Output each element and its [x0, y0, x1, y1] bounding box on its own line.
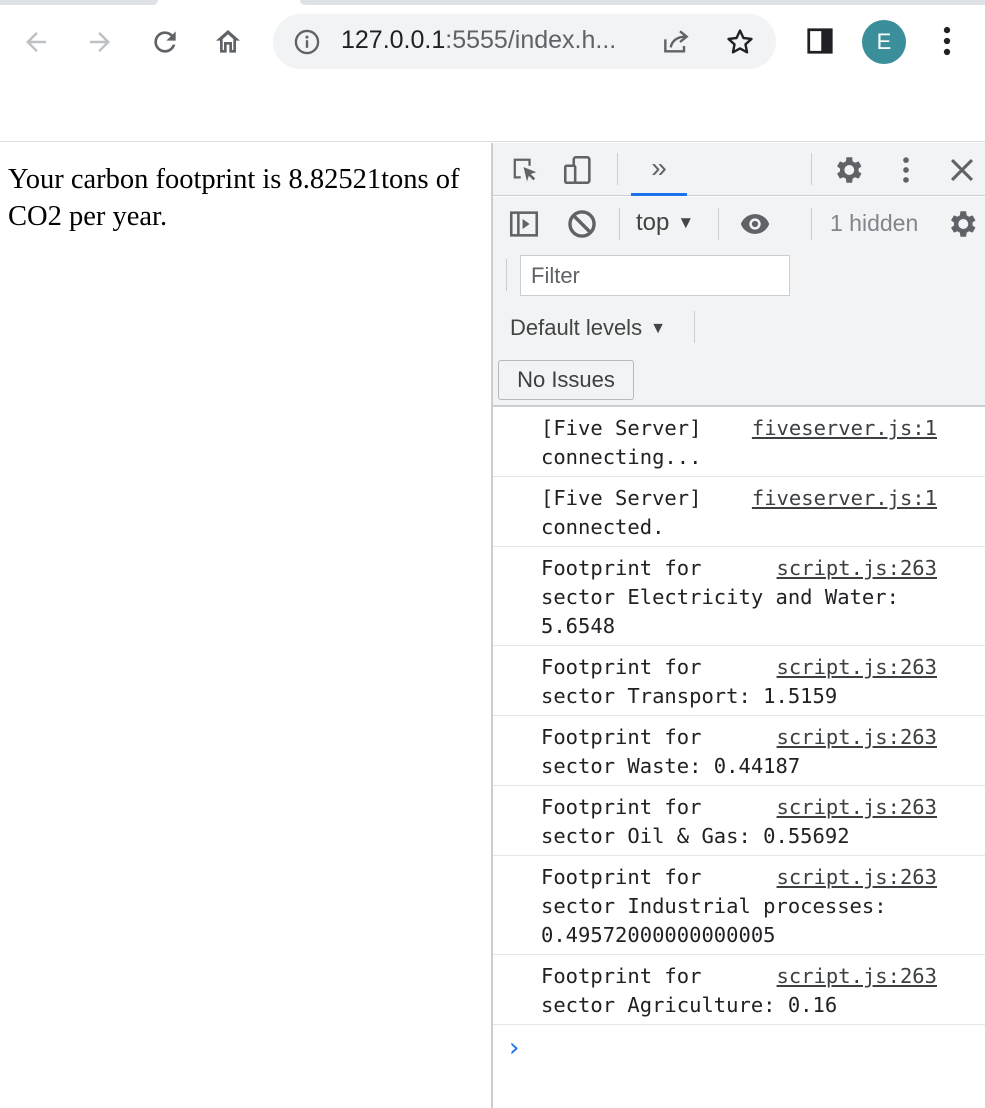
console-settings-gear-icon[interactable]	[945, 207, 979, 241]
tab-strip	[300, 0, 985, 5]
toolbar-divider	[617, 153, 618, 185]
toolbar-divider	[811, 208, 812, 240]
kebab-menu-icon[interactable]	[932, 24, 962, 58]
caret-down-icon: ▼	[650, 320, 666, 337]
console-toolbar: top ▼ 1 hidden Default levels ▼ No Issues	[493, 197, 985, 407]
address-bar[interactable]: 127.0.0.1:5555/index.h...	[273, 14, 776, 69]
toolbar-divider	[506, 259, 507, 291]
toolbar-divider	[694, 311, 695, 343]
inspect-element-icon[interactable]	[508, 153, 542, 187]
source-link[interactable]: script.js:263	[777, 962, 937, 991]
back-button[interactable]	[16, 22, 56, 62]
tab-strip	[0, 0, 158, 5]
url-path: :5555/index.h...	[445, 26, 617, 54]
clear-console-icon[interactable]	[565, 207, 599, 241]
message-text: [Five Server] connected.	[541, 486, 702, 539]
source-link[interactable]: script.js:263	[777, 554, 937, 583]
share-icon[interactable]	[660, 26, 692, 58]
home-button[interactable]	[208, 22, 248, 62]
side-panel-icon[interactable]	[805, 26, 835, 56]
message-text: Footprint for sector Waste: 0.44187	[541, 725, 801, 778]
settings-gear-icon[interactable]	[831, 153, 865, 187]
issues-button[interactable]: No Issues	[498, 360, 634, 400]
url-host: 127.0.0.1	[341, 26, 446, 54]
more-tabs-button[interactable]: »	[631, 143, 687, 196]
sidebar-toggle-icon[interactable]	[507, 207, 541, 241]
source-link[interactable]: script.js:263	[777, 863, 937, 892]
star-icon[interactable]	[724, 26, 756, 58]
source-link[interactable]: fiveserver.js:1	[752, 414, 937, 443]
carbon-footprint-result: Your carbon footprint is 8.82521tons of …	[8, 164, 460, 232]
devtools-panel: » top ▼ 1 hidden Default levels ▼ No Issue…	[491, 143, 985, 1108]
toolbar-divider	[811, 153, 812, 185]
message-text: [Five Server] connecting...	[541, 416, 702, 469]
console-prompt[interactable]: ›	[493, 1025, 985, 1069]
prompt-chevron-icon: ›	[509, 1033, 520, 1063]
reload-icon	[154, 31, 176, 53]
source-link[interactable]: script.js:263	[777, 723, 937, 752]
device-toolbar-icon[interactable]	[561, 153, 595, 187]
console-message: script.js:263 Footprint for sector Waste:…	[493, 716, 985, 786]
console-message: script.js:263 Footprint for sector Agricu…	[493, 955, 985, 1025]
devtools-tabbar: »	[493, 143, 985, 196]
home-icon	[216, 30, 240, 53]
log-levels-dropdown[interactable]: Default levels ▼	[510, 315, 666, 341]
info-icon[interactable]	[293, 28, 321, 56]
console-message: script.js:263 Footprint for sector Electr…	[493, 547, 985, 646]
toolbar-divider	[619, 208, 620, 240]
console-message: script.js:263 Footprint for sector Transp…	[493, 646, 985, 716]
reload-button[interactable]	[145, 22, 185, 62]
context-label: top	[636, 209, 670, 236]
source-link[interactable]: script.js:263	[777, 653, 937, 682]
more-options-icon[interactable]	[889, 153, 923, 187]
source-link[interactable]: fiveserver.js:1	[752, 484, 937, 513]
url-text[interactable]: 127.0.0.1:5555/index.h...	[341, 26, 616, 55]
caret-down-icon: ▼	[677, 213, 695, 232]
console-message: fiveserver.js:1 [Five Server] connected.	[493, 477, 985, 547]
toolbar-divider	[718, 208, 719, 240]
log-levels-label: Default levels	[510, 315, 643, 340]
context-selector[interactable]: top ▼	[636, 209, 694, 237]
console-message: fiveserver.js:1 [Five Server] connecting.…	[493, 407, 985, 477]
back-arrow-icon	[26, 32, 46, 52]
forward-arrow-icon	[90, 32, 110, 52]
source-link[interactable]: script.js:263	[777, 793, 937, 822]
live-expression-eye-icon[interactable]	[738, 207, 772, 241]
profile-avatar[interactable]: E	[862, 20, 906, 64]
console-message: script.js:263 Footprint for sector Indust…	[493, 856, 985, 955]
close-icon[interactable]	[945, 153, 979, 187]
page-viewport: Your carbon footprint is 8.82521tons of …	[0, 143, 491, 1108]
hidden-messages-count[interactable]: 1 hidden	[830, 210, 918, 237]
console-messages: fiveserver.js:1 [Five Server] connecting.…	[493, 407, 985, 1069]
browser-toolbar: 127.0.0.1:5555/index.h... E	[0, 0, 985, 142]
console-message: script.js:263 Footprint for sector Oil & …	[493, 786, 985, 856]
filter-input[interactable]	[520, 255, 790, 296]
forward-button[interactable]	[80, 22, 120, 62]
